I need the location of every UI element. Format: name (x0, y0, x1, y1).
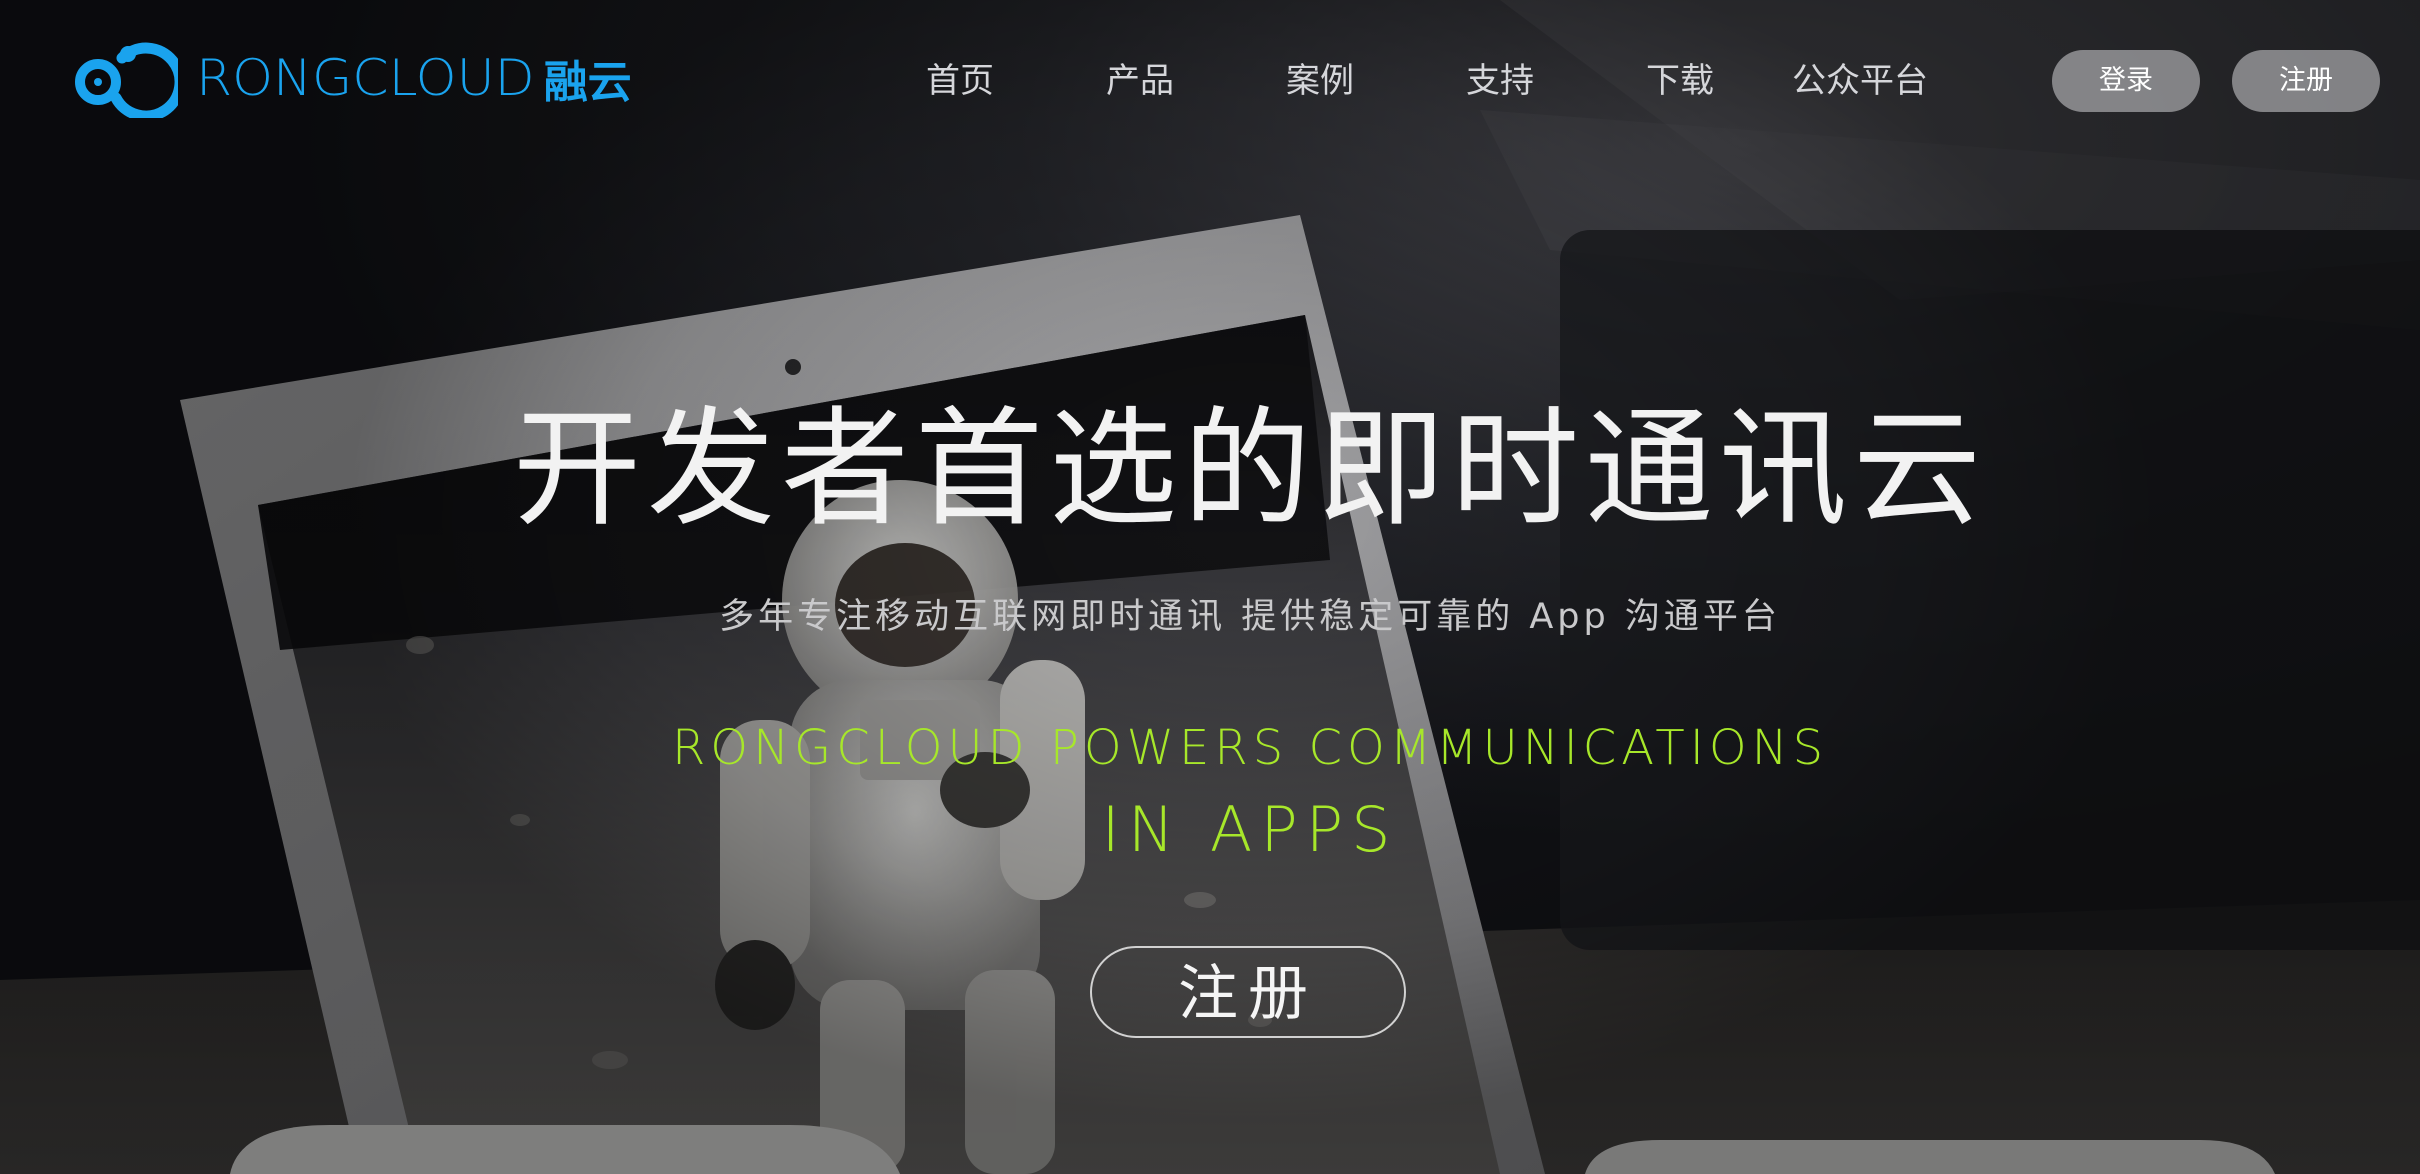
main-nav: 首页 产品 案例 支持 下载 公众平台 (870, 50, 1950, 112)
hero-register-button[interactable]: 注册 (1090, 946, 1406, 1038)
nav-item-home[interactable]: 首页 (870, 50, 1050, 112)
nav-item-cases[interactable]: 案例 (1230, 50, 1410, 112)
hero-title: 开发者首选的即时通讯云 (512, 395, 1987, 544)
rongcloud-logo-icon (75, 42, 178, 118)
brand-logo[interactable]: RONGCLOUD 融云 (70, 38, 632, 118)
nav-item-support[interactable]: 支持 (1410, 50, 1590, 112)
nav-item-public-platform[interactable]: 公众平台 (1770, 50, 1950, 112)
logo-chinese-name: 融云 (543, 57, 632, 108)
register-button[interactable]: 注册 (2232, 50, 2380, 112)
logo-wordmark: RONGCLOUD (196, 49, 535, 107)
hero-tagline-line-2: IN APPS (1101, 793, 1399, 866)
nav-item-download[interactable]: 下载 (1590, 50, 1770, 112)
page: RONGCLOUD 融云 首页 产品 案例 支持 下载 公众平台 登录 注册 开… (0, 0, 2420, 1174)
login-button[interactable]: 登录 (2052, 50, 2200, 112)
hero-tagline-line-1: RONGCLOUD POWERS COMMUNICATIONS (671, 720, 1829, 776)
nav-item-products[interactable]: 产品 (1050, 50, 1230, 112)
hero-subtitle: 多年专注移动互联网即时通讯 提供稳定可靠的 App 沟通平台 (719, 597, 1781, 637)
site-header: RONGCLOUD 融云 首页 产品 案例 支持 下载 公众平台 登录 注册 (0, 0, 2420, 160)
